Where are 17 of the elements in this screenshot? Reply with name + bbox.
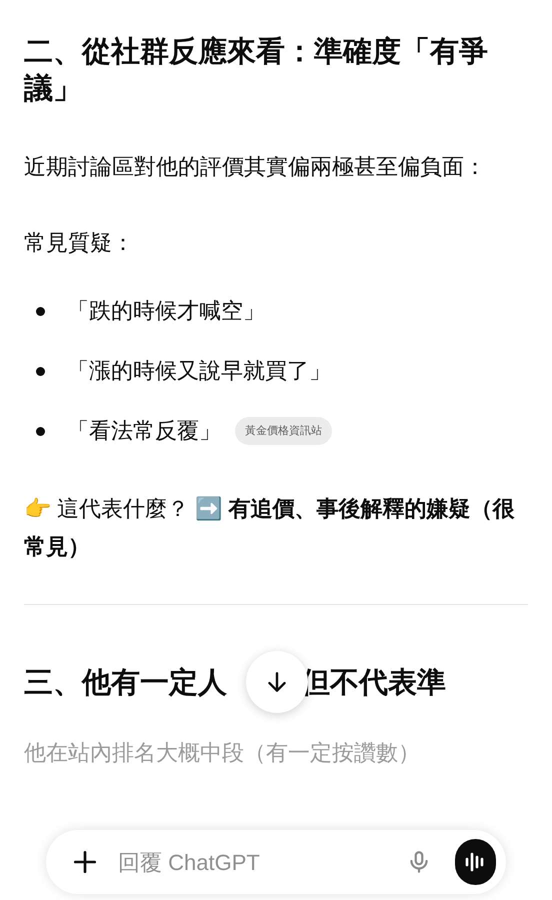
paragraph: 近期討論區對他的評價其實偏兩極甚至偏負面：	[24, 153, 487, 181]
bullet-icon	[36, 366, 45, 376]
voice-mode-button[interactable]	[454, 839, 496, 885]
paragraph: 👉 這代表什麼？ ➡ 有追價、事後解釋的嫌疑（很常見）	[24, 495, 516, 561]
list-item-text: 「漲的時候又說早就買了」	[67, 357, 331, 385]
add-button[interactable]	[72, 848, 98, 876]
plus-icon	[72, 849, 98, 875]
section-heading: 二、從社群反應來看：準確度「有爭議」	[24, 34, 489, 107]
source-chip[interactable]: 黃金價格資訊站	[235, 417, 332, 445]
list-item-text: 「跌的時候才喊空」	[67, 297, 265, 325]
message-input[interactable]: 回覆 ChatGPT	[118, 846, 406, 878]
section-heading: 三、他有一定人	[24, 666, 227, 701]
paragraph: 他在站內排名大概中段（有一定按讚數）	[24, 739, 421, 767]
bullet-icon	[36, 306, 45, 316]
bullet-icon	[36, 426, 45, 436]
list-item-text: 「看法常反覆」	[67, 417, 221, 445]
paragraph: 常見質疑：	[24, 229, 135, 257]
